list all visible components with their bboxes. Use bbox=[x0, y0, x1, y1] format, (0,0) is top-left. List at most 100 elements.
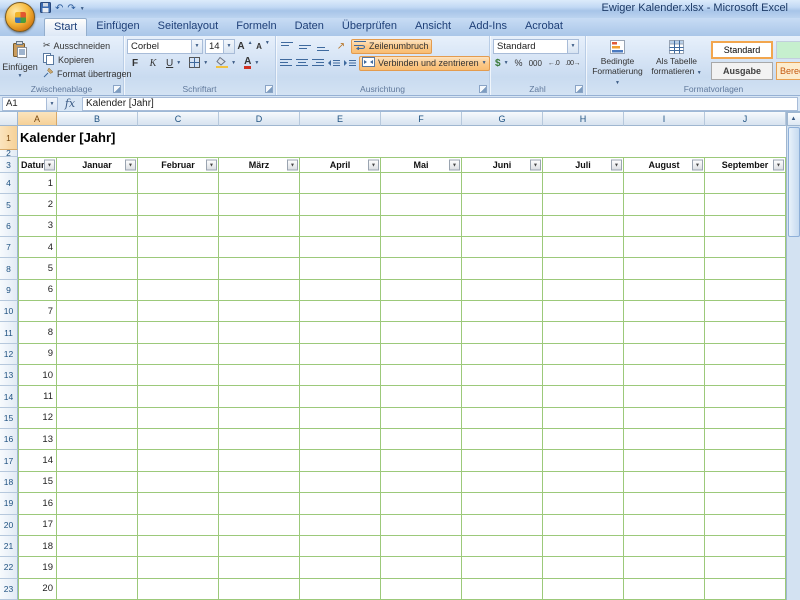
cell[interactable] bbox=[57, 408, 138, 429]
cell[interactable] bbox=[543, 150, 624, 157]
row-header-8[interactable]: 8 bbox=[0, 258, 18, 279]
tab-formeln[interactable]: Formeln bbox=[227, 18, 285, 35]
cell[interactable] bbox=[705, 557, 786, 578]
cell[interactable] bbox=[138, 126, 219, 150]
cell[interactable] bbox=[624, 557, 705, 578]
number-dialog-launcher[interactable] bbox=[575, 85, 583, 93]
cell[interactable] bbox=[300, 126, 381, 150]
row-header-7[interactable]: 7 bbox=[0, 237, 18, 258]
cell[interactable] bbox=[138, 493, 219, 514]
date-cell[interactable]: 11 bbox=[18, 386, 57, 407]
row-header-23[interactable]: 23 bbox=[0, 579, 18, 600]
cell[interactable] bbox=[138, 557, 219, 578]
tab-daten[interactable]: Daten bbox=[286, 18, 333, 35]
cell[interactable] bbox=[219, 258, 300, 279]
cell[interactable] bbox=[138, 429, 219, 450]
cell[interactable] bbox=[543, 557, 624, 578]
cell[interactable] bbox=[705, 450, 786, 471]
cell[interactable] bbox=[705, 515, 786, 536]
row-header-11[interactable]: 11 bbox=[0, 322, 18, 343]
table-header-mai[interactable]: Mai▼ bbox=[381, 157, 462, 173]
cell[interactable] bbox=[624, 472, 705, 493]
cell[interactable] bbox=[138, 173, 219, 194]
cell[interactable] bbox=[381, 386, 462, 407]
borders-button[interactable]: ▼ bbox=[186, 56, 211, 71]
cell[interactable] bbox=[18, 150, 57, 157]
column-header-a[interactable]: A bbox=[18, 112, 57, 126]
row-header-2[interactable]: 2 bbox=[0, 150, 18, 157]
cell[interactable] bbox=[543, 173, 624, 194]
row-header-19[interactable]: 19 bbox=[0, 493, 18, 514]
style-berechnung[interactable]: Berechnung bbox=[776, 62, 800, 80]
cell[interactable] bbox=[381, 408, 462, 429]
cell[interactable] bbox=[57, 493, 138, 514]
cell[interactable] bbox=[219, 126, 300, 150]
cell[interactable] bbox=[462, 408, 543, 429]
row-header-1[interactable]: 1 bbox=[0, 126, 18, 150]
font-size-dropdown-icon[interactable]: ▼ bbox=[223, 40, 234, 53]
font-size-combo[interactable]: 14 ▼ bbox=[205, 39, 235, 54]
cell[interactable] bbox=[624, 450, 705, 471]
font-family-dropdown-icon[interactable]: ▼ bbox=[191, 40, 202, 53]
cell[interactable] bbox=[543, 472, 624, 493]
cell[interactable] bbox=[219, 472, 300, 493]
cell[interactable] bbox=[300, 301, 381, 322]
cell[interactable] bbox=[138, 301, 219, 322]
cell[interactable] bbox=[57, 173, 138, 194]
date-cell[interactable]: 15 bbox=[18, 472, 57, 493]
comma-style-button[interactable]: 000 bbox=[527, 56, 544, 71]
cell[interactable] bbox=[543, 258, 624, 279]
cell[interactable] bbox=[705, 472, 786, 493]
cell[interactable] bbox=[462, 515, 543, 536]
cell[interactable] bbox=[381, 450, 462, 471]
date-cell[interactable]: 18 bbox=[18, 536, 57, 557]
cell[interactable] bbox=[543, 408, 624, 429]
cell[interactable] bbox=[57, 150, 138, 157]
cell[interactable] bbox=[138, 344, 219, 365]
cell[interactable] bbox=[543, 126, 624, 150]
cell[interactable] bbox=[57, 515, 138, 536]
cell[interactable] bbox=[462, 280, 543, 301]
filter-button[interactable]: ▼ bbox=[44, 160, 55, 171]
row-header-22[interactable]: 22 bbox=[0, 557, 18, 578]
cell[interactable] bbox=[462, 536, 543, 557]
cell[interactable] bbox=[300, 344, 381, 365]
cell[interactable] bbox=[219, 365, 300, 386]
cell[interactable] bbox=[300, 280, 381, 301]
align-left-button[interactable] bbox=[279, 56, 293, 71]
filter-button[interactable]: ▼ bbox=[287, 160, 298, 171]
cell[interactable] bbox=[543, 515, 624, 536]
date-cell[interactable]: 17 bbox=[18, 515, 57, 536]
cell[interactable] bbox=[705, 216, 786, 237]
tab-ansicht[interactable]: Ansicht bbox=[406, 18, 460, 35]
cell[interactable] bbox=[462, 194, 543, 215]
cell[interactable] bbox=[57, 365, 138, 386]
cell[interactable] bbox=[624, 126, 705, 150]
cell[interactable] bbox=[381, 173, 462, 194]
decrease-decimal-button[interactable]: .00→ bbox=[563, 56, 582, 71]
scrollbar-thumb[interactable] bbox=[788, 127, 800, 237]
cell[interactable] bbox=[624, 493, 705, 514]
align-bottom-button[interactable] bbox=[315, 39, 331, 54]
cell[interactable] bbox=[543, 301, 624, 322]
cell[interactable] bbox=[624, 322, 705, 343]
cell[interactable] bbox=[381, 258, 462, 279]
cell[interactable] bbox=[381, 216, 462, 237]
cell[interactable] bbox=[624, 194, 705, 215]
cell[interactable] bbox=[219, 237, 300, 258]
cell[interactable] bbox=[462, 344, 543, 365]
date-cell[interactable]: 19 bbox=[18, 557, 57, 578]
cell[interactable] bbox=[57, 280, 138, 301]
row-header-3[interactable]: 3 bbox=[0, 157, 18, 173]
name-box[interactable]: A1 ▼ bbox=[2, 97, 58, 111]
cell[interactable] bbox=[705, 579, 786, 600]
office-button[interactable] bbox=[5, 2, 35, 32]
column-header-i[interactable]: I bbox=[624, 112, 705, 126]
cell[interactable] bbox=[462, 322, 543, 343]
vertical-scrollbar[interactable]: ▲ bbox=[786, 112, 800, 600]
cell[interactable] bbox=[381, 365, 462, 386]
style-gut[interactable]: Gut bbox=[776, 41, 800, 59]
format-as-table-button[interactable]: Als Tabelle formatieren ▼ bbox=[648, 38, 705, 83]
cell[interactable] bbox=[543, 216, 624, 237]
table-header-april[interactable]: April▼ bbox=[300, 157, 381, 173]
